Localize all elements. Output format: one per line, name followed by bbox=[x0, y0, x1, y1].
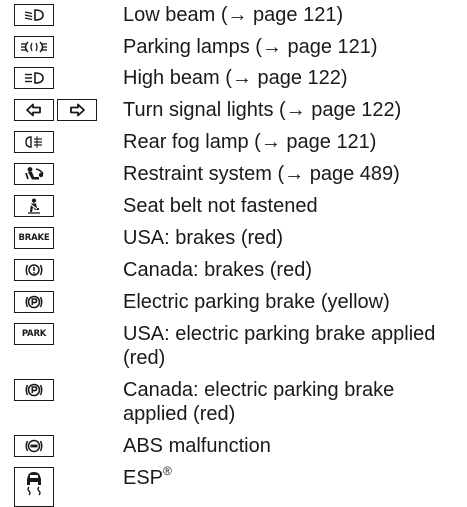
low-beam-icon bbox=[14, 4, 54, 26]
entry-label: Canada: electric parking brake applied (… bbox=[123, 379, 395, 425]
turn-left-arrow-icon bbox=[14, 99, 54, 121]
abs-icon bbox=[14, 435, 54, 457]
esp-skid-icon bbox=[14, 467, 54, 507]
entry-label: USA: brakes (red) bbox=[123, 227, 284, 249]
brake-text-icon: BRAKE bbox=[14, 227, 54, 249]
park-text-icon: PARK bbox=[14, 323, 54, 345]
entry-label: Rear fog lamp (→ page 121) bbox=[123, 131, 377, 153]
entry-label: Electric parking brake (yellow) bbox=[123, 291, 390, 313]
parking-brake-circle-icon bbox=[14, 291, 54, 313]
parking-brake-circle-icon bbox=[14, 379, 54, 401]
entry-label: USA: electric parking brake applied (red… bbox=[123, 323, 436, 369]
brake-warning-circle-icon bbox=[14, 259, 54, 281]
entry-label: Seat belt not fastened bbox=[123, 195, 318, 217]
entry-label: High beam (→ page 122) bbox=[123, 67, 348, 89]
rear-fog-lamp-icon bbox=[14, 131, 54, 153]
entry-label: Low beam (→ page 121) bbox=[123, 4, 344, 26]
turn-right-arrow-icon bbox=[57, 99, 97, 121]
entry-label: Turn signal lights (→ page 122) bbox=[123, 99, 402, 121]
seat-belt-icon bbox=[14, 195, 54, 217]
entry-label: Canada: brakes (red) bbox=[123, 259, 312, 281]
entry-label: ESP® bbox=[123, 464, 172, 489]
parking-lamps-icon bbox=[14, 36, 54, 58]
high-beam-icon bbox=[14, 67, 54, 89]
entry-label: ABS malfunction bbox=[123, 435, 271, 457]
restraint-system-icon bbox=[14, 163, 54, 185]
entry-label: Parking lamps (→ page 121) bbox=[123, 36, 378, 58]
entry-label: Restraint system (→ page 489) bbox=[123, 163, 400, 185]
